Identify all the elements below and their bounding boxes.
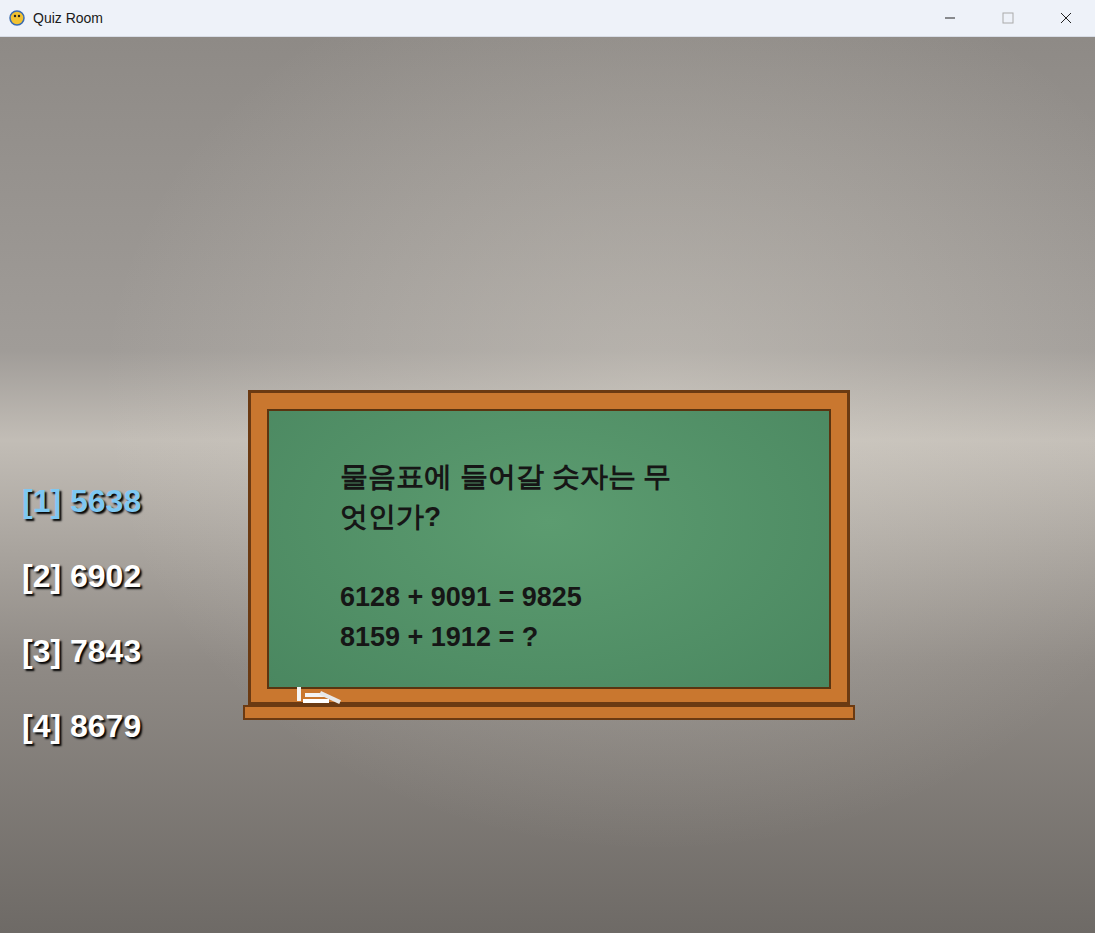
window-title: Quiz Room <box>33 8 103 29</box>
equation-line: 6128 + 9091 = 9825 <box>340 577 809 617</box>
game-canvas: [1] 5638 [2] 6902 [3] 7843 [4] 8679 물음표에 들어갈… <box>0 37 1095 933</box>
chalkboard: 물음표에 들어갈 숫자는 무엇인가? 6128 + 9091 = 98258159… <box>243 390 855 720</box>
title-bar: Quiz Room <box>0 0 1095 37</box>
equations: 6128 + 9091 = 98258159 + 1912 = ? <box>340 577 809 657</box>
chalk-ledge <box>243 705 855 720</box>
answer-option[interactable]: [3] 7843 <box>22 633 141 669</box>
close-icon <box>1060 12 1072 24</box>
answer-options: [1] 5638 [2] 6902 [3] 7843 [4] 8679 <box>22 483 141 744</box>
equation-line: 8159 + 1912 = ? <box>340 617 809 657</box>
question-line: 엇인가? <box>340 497 809 537</box>
question-line: 물음표에 들어갈 숫자는 무 <box>340 457 809 497</box>
app-window: Quiz Room [1] 5638 [2] 6902 [3] 7843 [4] 867… <box>0 0 1095 933</box>
minimize-icon <box>944 12 956 24</box>
question-text: 물음표에 들어갈 숫자는 무엇인가? <box>340 457 809 537</box>
maximize-button[interactable] <box>979 0 1037 36</box>
board-surface: 물음표에 들어갈 숫자는 무엇인가? 6128 + 9091 = 98258159… <box>267 409 831 689</box>
answer-option[interactable]: [1] 5638 <box>22 483 141 519</box>
answer-option[interactable]: [4] 8679 <box>22 708 141 744</box>
answer-option[interactable]: [2] 6902 <box>22 558 141 594</box>
maximize-icon <box>1002 12 1014 24</box>
minimize-button[interactable] <box>921 0 979 36</box>
chalk-icon <box>291 683 351 707</box>
close-button[interactable] <box>1037 0 1095 36</box>
pygame-snake-icon <box>8 9 26 27</box>
